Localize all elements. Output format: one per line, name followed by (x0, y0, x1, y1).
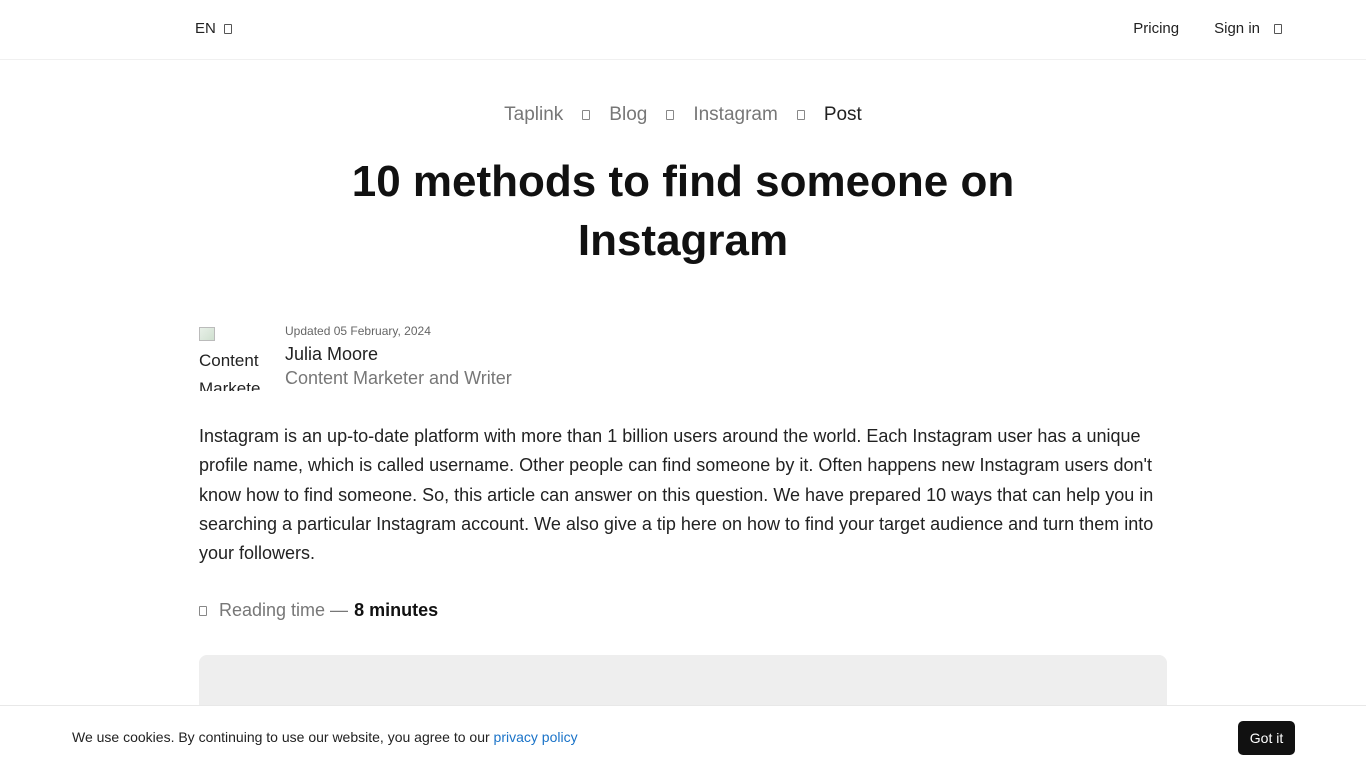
breadcrumb-item-post: Post (823, 104, 862, 125)
chevron-down-icon (223, 23, 232, 34)
article-title: 10 methods to find someone on Instagram (351, 157, 1015, 265)
avatar-alt-text: Content Markete (199, 351, 261, 391)
author-block: Content Markete Updated 05 February, 202… (199, 322, 599, 394)
privacy-policy-link[interactable]: privacy policy (494, 729, 578, 745)
breadcrumb-separator (796, 104, 805, 126)
language-label: EN (195, 20, 216, 37)
reading-time-value: 8 minutes (354, 600, 439, 620)
breadcrumb: Taplink Blog Instagram Post (0, 104, 1366, 126)
cookie-banner: We use cookies. By continuing to use our… (0, 705, 1366, 768)
breadcrumb-item-instagram[interactable]: Instagram (693, 104, 777, 126)
breadcrumb-item-blog[interactable]: Blog (609, 104, 647, 126)
breadcrumb-separator (666, 104, 675, 126)
sign-in-label: Sign in (1214, 20, 1260, 37)
clock-icon (199, 605, 207, 616)
breadcrumb-separator (582, 104, 591, 126)
cookie-text: We use cookies. By continuing to use our… (72, 729, 494, 745)
language-selector[interactable]: EN (195, 20, 232, 37)
author-name: Julia Moore (285, 344, 379, 364)
top-navigation-bar: EN Pricing Sign in (0, 0, 1366, 60)
avatar: Content Markete (199, 327, 265, 391)
got-it-button[interactable]: Got it (1238, 721, 1295, 755)
reading-time: Reading time — 8 minutes (199, 600, 438, 621)
author-role: Content Marketer and Writer (285, 368, 512, 388)
breadcrumb-item-taplink[interactable]: Taplink (504, 104, 563, 126)
chevron-right-icon (666, 110, 675, 120)
author-meta: Updated 05 February, 2024 Julia Moore Co… (285, 322, 512, 390)
reading-time-label: Reading time — (219, 600, 349, 620)
cookie-message: We use cookies. By continuing to use our… (72, 729, 578, 745)
chevron-right-icon (582, 110, 591, 120)
broken-image-icon (199, 327, 215, 341)
pricing-link[interactable]: Pricing (1133, 20, 1179, 37)
header-actions: Pricing Sign in (1133, 20, 1282, 37)
article-intro: Instagram is an up-to-date platform with… (199, 426, 1154, 564)
chevron-right-icon (796, 110, 805, 120)
updated-date: Updated 05 February, 2024 (285, 324, 431, 338)
sign-in-icon (1274, 23, 1282, 34)
sign-in-link[interactable]: Sign in (1214, 20, 1282, 37)
